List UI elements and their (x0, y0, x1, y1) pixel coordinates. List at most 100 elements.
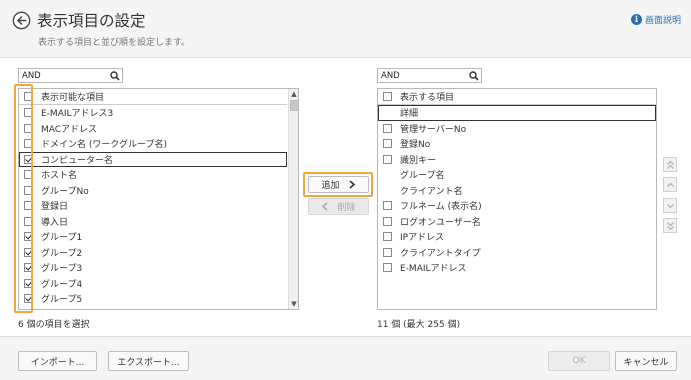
item-checkbox[interactable] (24, 216, 33, 226)
right-list-item[interactable]: E-MAILアドレス (378, 260, 656, 276)
left-list-item[interactable]: コンピューター名 (19, 151, 287, 167)
right-list-item[interactable]: 登録No (378, 136, 656, 152)
left-list-item[interactable]: グループ4 (19, 276, 287, 292)
move-down-button[interactable] (663, 198, 677, 213)
item-label: ドメイン名 (ワークグループ名) (41, 140, 167, 151)
item-checkbox[interactable] (24, 232, 33, 242)
left-list-item[interactable]: ホスト名 (19, 167, 287, 183)
item-checkbox[interactable] (383, 123, 392, 133)
item-label: グループ名 (400, 171, 445, 182)
item-checkbox[interactable] (24, 139, 33, 149)
item-checkbox (383, 186, 392, 195)
scroll-down-icon[interactable]: ▼ (289, 299, 298, 309)
item-label: MACアドレス (41, 124, 98, 135)
available-items-list[interactable]: 表示可能な項目 E-MAILアドレス3 MACアドレスドメイン名 (ワークグループ… (18, 88, 299, 310)
scroll-up-icon[interactable]: ▲ (289, 89, 298, 99)
item-label: 管理サーバーNo (400, 124, 467, 135)
move-top-button[interactable] (663, 157, 677, 172)
back-icon[interactable] (12, 11, 31, 30)
right-list-item[interactable]: ログオンユーザー名 (378, 214, 656, 230)
left-column-header: 表示可能な項目 (41, 92, 105, 103)
right-list-item[interactable]: 識別キー (378, 152, 656, 168)
item-checkbox[interactable] (24, 108, 33, 118)
left-list-item[interactable]: グループ2 (19, 245, 287, 261)
info-icon: i (630, 14, 642, 25)
item-checkbox[interactable] (24, 123, 33, 133)
left-list-item[interactable]: E-MAILアドレス3 (19, 105, 287, 121)
item-checkbox[interactable] (383, 263, 392, 273)
export-button[interactable]: エクスポート... (108, 351, 189, 371)
item-label: グループ3 (41, 264, 83, 275)
left-list-item[interactable]: 登録日 (19, 198, 287, 214)
item-label: グループ4 (41, 279, 83, 290)
left-search-input[interactable]: AND (19, 71, 108, 81)
item-label: 識別キー (400, 155, 437, 166)
left-list-item[interactable]: 導入日 (19, 214, 287, 230)
right-search-box[interactable]: AND (377, 68, 482, 83)
item-checkbox (383, 170, 392, 179)
item-checkbox[interactable] (24, 247, 33, 257)
item-label: 登録No (400, 140, 431, 151)
left-scrollbar[interactable]: ▲ ▼ (288, 89, 298, 309)
item-label: グループ5 (41, 295, 83, 306)
search-icon[interactable] (108, 69, 122, 82)
item-checkbox[interactable] (383, 247, 392, 257)
ok-button[interactable]: OK (548, 351, 610, 371)
item-checkbox[interactable] (24, 170, 33, 180)
search-icon[interactable] (467, 69, 481, 82)
item-label: グループNo (41, 186, 89, 197)
right-column-header: 表示する項目 (400, 92, 455, 103)
left-list-item[interactable]: MACアドレス (19, 121, 287, 137)
add-button[interactable]: 追加 (308, 176, 369, 193)
item-label: E-MAILアドレス3 (41, 109, 114, 120)
left-list-item[interactable]: グループ1 (19, 229, 287, 245)
display-items-list[interactable]: 表示する項目 詳細管理サーバーNo 登録No 識別キーグループ名クライアント名フルネ… (377, 88, 657, 310)
select-all-checkbox[interactable] (24, 91, 33, 101)
cancel-button[interactable]: キャンセル (615, 351, 677, 371)
right-list-header: 表示する項目 (378, 89, 656, 105)
move-bottom-button[interactable] (663, 218, 677, 233)
row-focus-outline (19, 151, 287, 167)
right-list-item[interactable]: IPアドレス (378, 229, 656, 245)
chevron-up-icon (666, 182, 674, 187)
item-checkbox[interactable] (24, 185, 33, 195)
item-checkbox[interactable] (24, 263, 33, 273)
left-list-item[interactable]: ドメイン名 (ワークグループ名) (19, 136, 287, 152)
right-list-item[interactable]: 管理サーバーNo (378, 121, 656, 137)
item-label: グループ2 (41, 248, 83, 259)
right-list-item[interactable]: 詳細 (378, 105, 656, 121)
item-label: IPアドレス (400, 233, 445, 244)
item-checkbox[interactable] (383, 139, 392, 149)
scroll-thumb[interactable] (290, 100, 298, 111)
add-label: 追加 (321, 181, 340, 191)
left-search-box[interactable]: AND (18, 68, 123, 83)
item-checkbox[interactable] (24, 278, 33, 288)
right-list-item[interactable]: グループ名 (378, 167, 656, 183)
left-list-item[interactable]: グループ3 (19, 260, 287, 276)
item-checkbox[interactable] (383, 154, 392, 164)
select-all-checkbox[interactable] (383, 91, 392, 101)
chevron-down-icon (666, 203, 674, 208)
page-title: 表示項目の設定 (37, 12, 146, 30)
left-list-item[interactable]: グループ5 (19, 291, 287, 307)
right-search-input[interactable]: AND (378, 71, 467, 81)
right-list-item[interactable]: フルネーム (表示名) (378, 198, 656, 214)
item-checkbox[interactable] (383, 216, 392, 226)
right-list-item[interactable]: クライアントタイプ (378, 245, 656, 261)
item-checkbox[interactable] (383, 232, 392, 242)
move-up-button[interactable] (663, 177, 677, 192)
item-checkbox[interactable] (24, 201, 33, 211)
left-list-item[interactable]: グループNo (19, 183, 287, 199)
remove-button[interactable]: 削除 (308, 198, 369, 215)
help-link[interactable]: i 画面説明 (630, 13, 681, 26)
item-label: フルネーム (表示名) (400, 202, 482, 213)
item-label: クライアント名 (400, 186, 463, 197)
import-button[interactable]: インポート... (18, 351, 97, 371)
item-label: 導入日 (41, 217, 69, 228)
chevron-left-icon (322, 202, 329, 211)
item-checkbox[interactable] (383, 201, 392, 211)
right-list-item[interactable]: クライアント名 (378, 183, 656, 199)
item-checkbox[interactable] (24, 294, 33, 304)
item-label: クライアントタイプ (400, 248, 481, 259)
item-label: E-MAILアドレス (400, 264, 467, 275)
